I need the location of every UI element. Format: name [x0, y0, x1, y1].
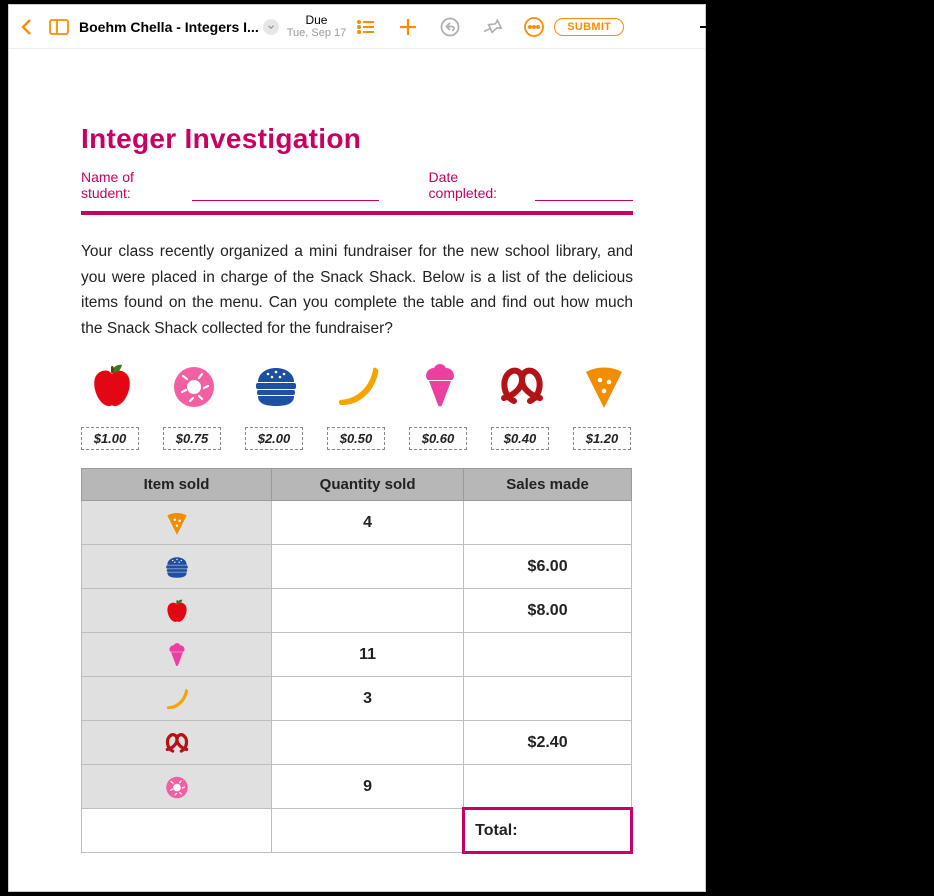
undo-icon[interactable] [438, 15, 462, 39]
pizza-icon [163, 514, 191, 531]
sales-cell[interactable] [464, 677, 632, 721]
item-cell-icecream [82, 633, 272, 677]
qty-cell[interactable]: 9 [272, 765, 464, 809]
price-box[interactable]: $1.00 [81, 427, 139, 450]
col-qty: Quantity sold [272, 469, 464, 501]
qty-cell[interactable]: 3 [272, 677, 464, 721]
due-date: Tue, Sep 17 [287, 27, 347, 39]
burger-icon [249, 359, 303, 413]
price-box[interactable]: $0.75 [163, 427, 221, 450]
body-paragraph: Your class recently organized a mini fun… [81, 239, 633, 341]
item-cell-pizza [82, 501, 272, 545]
document-page: Integer Investigation Name of student: D… [9, 49, 705, 891]
name-field: Name of student: [81, 169, 379, 201]
price-box[interactable]: $0.60 [409, 427, 467, 450]
price-box[interactable]: $0.40 [491, 427, 549, 450]
pretzel-icon [163, 734, 191, 751]
name-label: Name of student: [81, 169, 186, 201]
plus-icon[interactable] [396, 15, 420, 39]
qty-cell[interactable]: 11 [272, 633, 464, 677]
table-row: 9 [82, 765, 632, 809]
more-icon[interactable] [522, 15, 546, 39]
document-title: Boehm Chella - Integers I... [79, 19, 259, 35]
item-cell-donut [82, 765, 272, 809]
due-label: Due [305, 14, 327, 27]
name-blank[interactable] [192, 187, 379, 201]
donut-icon [167, 359, 221, 413]
pretzel-icon [495, 359, 549, 413]
chevron-down-icon[interactable] [263, 19, 279, 35]
callout-line [700, 26, 742, 28]
qty-cell[interactable] [272, 721, 464, 765]
table-row: $2.40 [82, 721, 632, 765]
total-row: Total: [82, 809, 632, 853]
date-blank[interactable] [535, 187, 633, 201]
total-cell[interactable]: Total: [464, 809, 632, 853]
list-icon[interactable] [354, 15, 378, 39]
item-cell-banana [82, 677, 272, 721]
sales-cell[interactable]: $2.40 [464, 721, 632, 765]
divider [81, 211, 633, 215]
table-row: 11 [82, 633, 632, 677]
blank-cell [82, 809, 272, 853]
qty-cell[interactable]: 4 [272, 501, 464, 545]
toolbar: Boehm Chella - Integers I... Due Tue, Se… [9, 5, 705, 49]
page-title: Integer Investigation [81, 123, 633, 155]
price-row: $1.00 $0.75 $2.00 $0.50 $0.60 $0.40 $1.20 [81, 427, 633, 450]
date-field: Date completed: [429, 169, 633, 201]
sales-cell[interactable] [464, 633, 632, 677]
icecream-icon [163, 646, 191, 663]
burger-icon [163, 558, 191, 575]
pizza-icon [577, 359, 631, 413]
date-label: Date completed: [429, 169, 529, 201]
icecream-icon [413, 359, 467, 413]
table-row: $6.00 [82, 545, 632, 589]
item-cell-apple [82, 589, 272, 633]
table-row: 3 [82, 677, 632, 721]
sales-cell[interactable]: $8.00 [464, 589, 632, 633]
table-row: $8.00 [82, 589, 632, 633]
app-window: Boehm Chella - Integers I... Due Tue, Se… [8, 4, 706, 892]
qty-cell[interactable] [272, 589, 464, 633]
pin-icon[interactable] [480, 15, 504, 39]
banana-icon [331, 359, 385, 413]
back-icon[interactable] [15, 15, 39, 39]
apple-icon [85, 359, 139, 413]
data-table: Item sold Quantity sold Sales made 4$6.0… [81, 468, 633, 854]
table-row: 4 [82, 501, 632, 545]
price-box[interactable]: $0.50 [327, 427, 385, 450]
submit-button[interactable]: SUBMIT [554, 18, 624, 36]
item-cell-burger [82, 545, 272, 589]
apple-icon [163, 602, 191, 619]
banana-icon [163, 690, 191, 707]
document-title-block[interactable]: Boehm Chella - Integers I... [79, 19, 279, 35]
sales-cell[interactable] [464, 501, 632, 545]
snack-icons-row [81, 359, 633, 413]
fields-row: Name of student: Date completed: [81, 169, 633, 201]
donut-icon [163, 778, 191, 795]
col-sales: Sales made [464, 469, 632, 501]
price-box[interactable]: $1.20 [573, 427, 631, 450]
panel-icon[interactable] [47, 15, 71, 39]
col-item: Item sold [82, 469, 272, 501]
blank-cell [272, 809, 464, 853]
item-cell-pretzel [82, 721, 272, 765]
qty-cell[interactable] [272, 545, 464, 589]
due-block: Due Tue, Sep 17 [287, 14, 347, 39]
sales-cell[interactable]: $6.00 [464, 545, 632, 589]
price-box[interactable]: $2.00 [245, 427, 303, 450]
sales-cell[interactable] [464, 765, 632, 809]
